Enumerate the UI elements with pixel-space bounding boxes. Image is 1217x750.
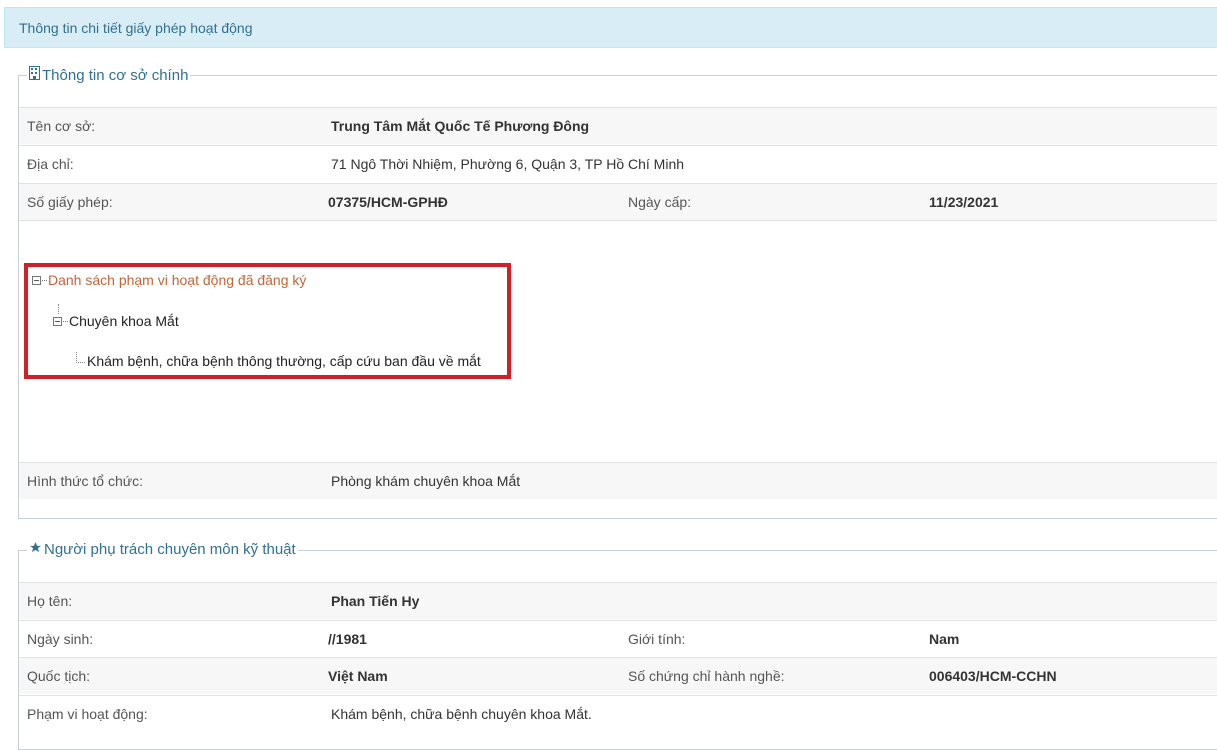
person-name-label: Họ tên: <box>27 593 73 609</box>
cert-value: 006403/HCM-CCHN <box>929 668 1057 684</box>
panel-heading: Thông tin chi tiết giấy phép hoạt động <box>4 7 1217 48</box>
tree-child-label[interactable]: Chuyên khoa Mắt <box>69 312 179 330</box>
tech-person-legend-text: Người phụ trách chuyên môn kỹ thuật <box>44 541 296 558</box>
collapse-toggle-icon[interactable] <box>32 275 41 285</box>
facility-name-row: Tên cơ sở: Trung Tâm Mắt Quốc Tế Phương … <box>19 107 1217 144</box>
cert-label: Số chứng chỉ hành nghề: <box>628 668 785 684</box>
facility-address-label: Địa chỉ: <box>27 156 74 172</box>
org-form-label: Hình thức tổ chức: <box>27 473 144 489</box>
nationality-label: Quốc tịch: <box>27 668 91 684</box>
org-form-row: Hình thức tổ chức: Phòng khám chuyên kho… <box>19 462 1217 499</box>
tech-person-legend: Người phụ trách chuyên môn kỹ thuật <box>27 541 298 559</box>
issue-date-label: Ngày cấp: <box>628 194 692 210</box>
nationality-value: Việt Nam <box>328 668 388 684</box>
tree-root-node[interactable]: Danh sách phạm vi hoạt động đã đăng ký <box>32 271 306 289</box>
facility-address-row: Địa chỉ: 71 Ngô Thời Nhiệm, Phường 6, Qu… <box>19 145 1217 182</box>
dob-label: Ngày sinh: <box>27 631 94 647</box>
tree-connector-icon <box>76 351 85 363</box>
facility-info-legend: Thông tin cơ sở chính <box>27 66 191 85</box>
person-nationality-row: Quốc tịch: Việt Nam Số chứng chỉ hành ng… <box>19 657 1217 694</box>
tree-root-label[interactable]: Danh sách phạm vi hoạt động đã đăng ký <box>48 271 306 289</box>
issue-date-value: 11/23/2021 <box>929 194 999 210</box>
license-number-label: Số giấy phép: <box>27 194 113 210</box>
star-icon <box>29 541 42 559</box>
person-name-value: Phan Tiến Hy <box>331 593 420 609</box>
gender-label: Giới tính: <box>628 631 686 647</box>
person-dob-row: Ngày sinh: //1981 Giới tính: Nam <box>19 620 1217 657</box>
facility-name-label: Tên cơ sở: <box>27 118 96 134</box>
scope-label: Phạm vi hoạt động: <box>27 706 148 722</box>
gender-value: Nam <box>929 631 960 647</box>
person-name-row: Họ tên: Phan Tiến Hy <box>19 582 1217 619</box>
facility-info-group: Thông tin cơ sở chính Tên cơ sở: Trung T… <box>18 66 1217 519</box>
collapse-toggle-icon[interactable] <box>53 316 62 326</box>
person-scope-row: Phạm vi hoạt động: Khám bệnh, chữa bệnh … <box>19 695 1217 732</box>
tech-person-group: Người phụ trách chuyên môn kỹ thuật Họ t… <box>18 541 1217 750</box>
facility-address-value: 71 Ngô Thời Nhiệm, Phường 6, Quận 3, TP … <box>331 156 685 172</box>
license-row: Số giấy phép: 07375/HCM-GPHĐ Ngày cấp: 1… <box>19 183 1217 221</box>
tree-leaf-node[interactable]: Khám bệnh, chữa bệnh thông thường, cấp c… <box>76 351 481 370</box>
facility-info-legend-text: Thông tin cơ sở chính <box>42 66 189 84</box>
dob-value: //1981 <box>328 631 367 647</box>
building-icon <box>29 66 40 85</box>
tree-leaf-label[interactable]: Khám bệnh, chữa bệnh thông thường, cấp c… <box>87 352 481 370</box>
facility-name-value: Trung Tâm Mắt Quốc Tế Phương Đông <box>331 118 590 134</box>
tree-child-node[interactable]: Chuyên khoa Mắt <box>53 312 179 330</box>
scope-value: Khám bệnh, chữa bệnh chuyên khoa Mắt. <box>331 706 592 722</box>
panel-title: Thông tin chi tiết giấy phép hoạt động <box>19 20 253 36</box>
license-number-value: 07375/HCM-GPHĐ <box>328 194 448 210</box>
org-form-value: Phòng khám chuyên khoa Mắt <box>331 473 521 489</box>
